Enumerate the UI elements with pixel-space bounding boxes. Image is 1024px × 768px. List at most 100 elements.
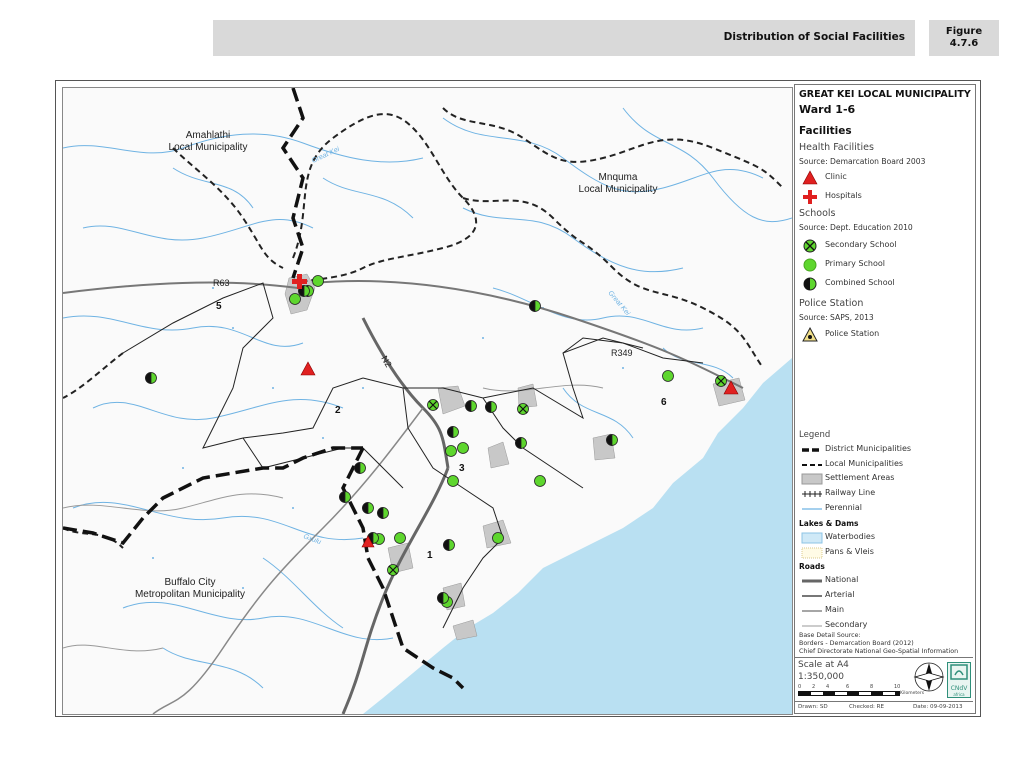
- lakes-heading: Lakes & Dams: [799, 519, 859, 528]
- secondary-road-icon: [802, 625, 822, 627]
- roads-heading: Roads: [799, 562, 825, 571]
- checked-by: Checked: RE: [849, 704, 885, 710]
- river-label-great-kei-2: Great Kei: [606, 290, 631, 317]
- arterial-label: Arterial: [825, 590, 855, 599]
- waterbodies-label: Waterbodies: [825, 532, 876, 541]
- settlement-label: Settlement Areas: [825, 473, 895, 482]
- road-label-r63: R63: [213, 278, 230, 288]
- primary-school-marker: [447, 475, 459, 487]
- river-label-gxulu: Gxulu: [302, 533, 322, 546]
- combined-school-marker: [606, 434, 618, 446]
- combined-school-marker: [529, 300, 541, 312]
- national-road-icon: [802, 579, 822, 583]
- pans-label: Pans & Vleis: [825, 547, 874, 556]
- combined-school-marker: [145, 372, 157, 384]
- svg-text:Buffalo City: Buffalo City: [165, 577, 216, 588]
- logo-subtext: africa: [953, 692, 965, 697]
- ward-number-6: 6: [661, 397, 667, 408]
- place-label-buffalo-2: Metropolitan Municipality: [135, 589, 245, 600]
- place-label-amahlathi-1: Amahlathi: [186, 130, 230, 141]
- combined-school-marker: [354, 462, 366, 474]
- secondary-label: Secondary School: [825, 240, 897, 249]
- scale-at-label: Scale at A4: [798, 660, 849, 670]
- svg-text:Amahlathi: Amahlathi: [186, 130, 230, 141]
- place-label-buffalo-1: Buffalo City: [165, 577, 216, 588]
- clinic-marker: [300, 361, 316, 376]
- scale-bar-graphic: [798, 691, 900, 696]
- figure-title: Distribution of Social Facilities: [723, 31, 905, 43]
- logo-mark-icon: [950, 664, 968, 680]
- secondary-school-marker: [427, 399, 439, 411]
- main-road-icon: [802, 610, 822, 612]
- north-arrow-icon: [913, 662, 945, 692]
- scale-ratio: 1:350,000: [798, 672, 844, 682]
- secondary-school-marker: [517, 403, 529, 415]
- legend-item-hospitals: Hospitals: [799, 188, 975, 206]
- ward-number-3: 3: [459, 463, 465, 474]
- secondary-road-label: Secondary: [825, 620, 868, 629]
- railway-label: Railway Line: [825, 488, 876, 497]
- legend-item-clinic: Clinic: [799, 169, 975, 187]
- railway-line-icon: [802, 491, 822, 497]
- police-label: Police Station: [825, 329, 880, 338]
- ward-number-2: 2: [335, 405, 341, 416]
- scale-bar: 0 2 4 6 8 10 Kilometers: [798, 684, 924, 700]
- place-labels: Amahlathi Local Municipality Mnquma Loca…: [135, 130, 658, 600]
- base-source-line-3: Chief Directorate National Geo-Spatial I…: [799, 648, 959, 655]
- combined-school-marker: [437, 592, 449, 604]
- ward-number-5: 5: [216, 301, 222, 312]
- combined-label: Combined School: [825, 278, 895, 287]
- svg-text:Local Municipality: Local Municipality: [579, 184, 658, 195]
- scale-box: Scale at A4 1:350,000 0 2 4 6 8 10 Kilom…: [795, 657, 973, 702]
- map-canvas: Amahlathi Local Municipality Mnquma Loca…: [62, 87, 793, 715]
- legend-item-primary: Primary School: [799, 256, 975, 274]
- figure-number: 4.7.6: [949, 38, 979, 49]
- legend-item-pans: Pans & Vleis: [799, 546, 975, 564]
- combined-school-marker: [443, 539, 455, 551]
- map-svg: Amahlathi Local Municipality Mnquma Loca…: [63, 88, 792, 714]
- clinic-label: Clinic: [825, 172, 847, 181]
- combined-school-marker: [447, 426, 459, 438]
- hospital-cross-icon: [803, 190, 817, 204]
- local-line-icon: [802, 464, 822, 466]
- primary-school-marker: [289, 293, 301, 305]
- facilities-heading: Facilities: [799, 125, 852, 137]
- road-labels: R63 N2 R349: [213, 278, 633, 369]
- health-heading: Health Facilities: [799, 142, 874, 153]
- combined-school-marker: [485, 401, 497, 413]
- primary-school-icon: [803, 258, 817, 272]
- scale-tick: 2: [812, 684, 816, 690]
- scale-tick: 8: [870, 684, 874, 690]
- main-label: Main: [825, 605, 845, 614]
- scale-tick: 6: [846, 684, 850, 690]
- primary-school-marker: [312, 275, 324, 287]
- primary-school-marker: [534, 475, 546, 487]
- district-label: District Municipalities: [825, 444, 912, 453]
- perennial-label: Perennial: [825, 503, 862, 512]
- combined-school-marker: [377, 507, 389, 519]
- base-source: Base Detail Source: Borders - Demarcatio…: [799, 632, 958, 656]
- secondary-school-marker: [715, 375, 727, 387]
- combined-school-marker: [465, 400, 477, 412]
- legend-title: GREAT KEI LOCAL MUNICIPALITY: [799, 89, 971, 100]
- river-label-great-kei-1: Great Kei: [311, 146, 341, 165]
- legend-item-perennial: Perennial: [799, 502, 975, 520]
- police-heading: Police Station: [799, 298, 864, 309]
- legend-item-secondary: Secondary School: [799, 237, 975, 255]
- base-source-line-1: Base Detail Source:: [799, 632, 861, 639]
- district-line-icon: [802, 448, 822, 452]
- legend-item-police: Police Station: [799, 326, 975, 344]
- waterbodies-swatch-icon: [801, 532, 823, 544]
- place-label-mnquma-2: Local Municipality: [579, 184, 658, 195]
- police-station-icon: [802, 326, 818, 342]
- national-label: National: [825, 575, 859, 584]
- place-label-mnquma-1: Mnquma: [599, 172, 638, 183]
- combined-school-marker: [362, 502, 374, 514]
- health-source: Source: Demarcation Board 2003: [799, 157, 926, 166]
- settlement-swatch-icon: [801, 473, 823, 485]
- ward-number-1: 1: [427, 550, 433, 561]
- pans: [152, 287, 624, 589]
- figure-number-box: Figure 4.7.6: [929, 20, 999, 56]
- perennial-line-icon: [802, 508, 822, 510]
- svg-text:Mnquma: Mnquma: [599, 172, 638, 183]
